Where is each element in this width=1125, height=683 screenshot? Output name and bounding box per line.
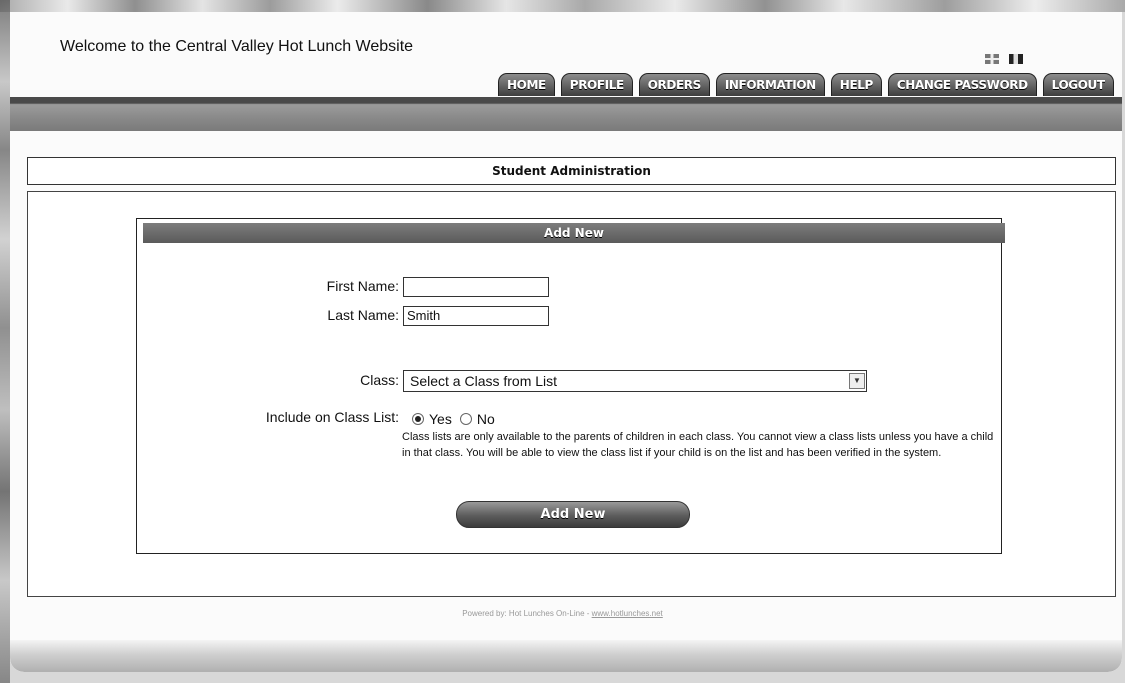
- first-name-label: First Name:: [326, 278, 399, 294]
- last-name-label: Last Name:: [327, 307, 399, 323]
- radio-no-label[interactable]: No: [477, 411, 495, 427]
- chevron-down-icon[interactable]: ▼: [849, 373, 865, 389]
- footer: Powered by: Hot Lunches On-Line - www.ho…: [0, 609, 1125, 618]
- content-box: Add New First Name: Last Name: Smith Cla…: [27, 191, 1116, 597]
- add-new-panel: Add New First Name: Last Name: Smith Cla…: [136, 218, 1005, 554]
- footer-text: Powered by: Hot Lunches On-Line -: [462, 609, 592, 618]
- welcome-title: Welcome to the Central Valley Hot Lunch …: [60, 38, 414, 55]
- include-class-list-label: Include on Class List:: [265, 409, 399, 425]
- include-class-list-options: Yes No: [412, 411, 503, 427]
- tab-orders[interactable]: ORDERS: [638, 73, 710, 96]
- add-new-button[interactable]: Add New: [456, 501, 690, 528]
- main-nav: HOME PROFILE ORDERS INFORMATION HELP CHA…: [498, 73, 1114, 97]
- english-flag-icon[interactable]: [985, 53, 999, 64]
- section-title: Student Administration: [27, 157, 1116, 185]
- class-label: Class:: [360, 372, 399, 388]
- last-name-input[interactable]: Smith: [403, 306, 549, 326]
- class-list-note: Class lists are only available to the pa…: [402, 431, 994, 459]
- tab-information[interactable]: INFORMATION: [715, 73, 825, 96]
- first-name-input[interactable]: [403, 277, 549, 297]
- french-flag-icon[interactable]: [1008, 53, 1023, 64]
- footer-bar: [10, 640, 1122, 672]
- radio-yes[interactable]: [412, 413, 424, 425]
- tab-logout[interactable]: LOGOUT: [1042, 73, 1114, 96]
- panel-header: Add New: [143, 223, 1005, 243]
- class-select-value: Select a Class from List: [410, 373, 558, 389]
- tab-help[interactable]: HELP: [830, 73, 882, 96]
- scan-top-edge: [0, 0, 1125, 12]
- tab-home[interactable]: HOME: [498, 73, 555, 96]
- tab-change-password[interactable]: CHANGE PASSWORD: [887, 73, 1037, 96]
- footer-link[interactable]: www.hotlunches.net: [592, 609, 663, 618]
- class-select[interactable]: Select a Class from List ▼: [403, 370, 867, 392]
- radio-no[interactable]: [459, 413, 472, 425]
- scan-left-edge: [0, 0, 10, 683]
- tab-profile[interactable]: PROFILE: [560, 73, 633, 96]
- page: Welcome to the Central Valley Hot Lunch …: [10, 12, 1122, 672]
- nav-bar: [10, 97, 1122, 131]
- radio-yes-label[interactable]: Yes: [429, 411, 452, 427]
- language-selector: [985, 50, 1023, 65]
